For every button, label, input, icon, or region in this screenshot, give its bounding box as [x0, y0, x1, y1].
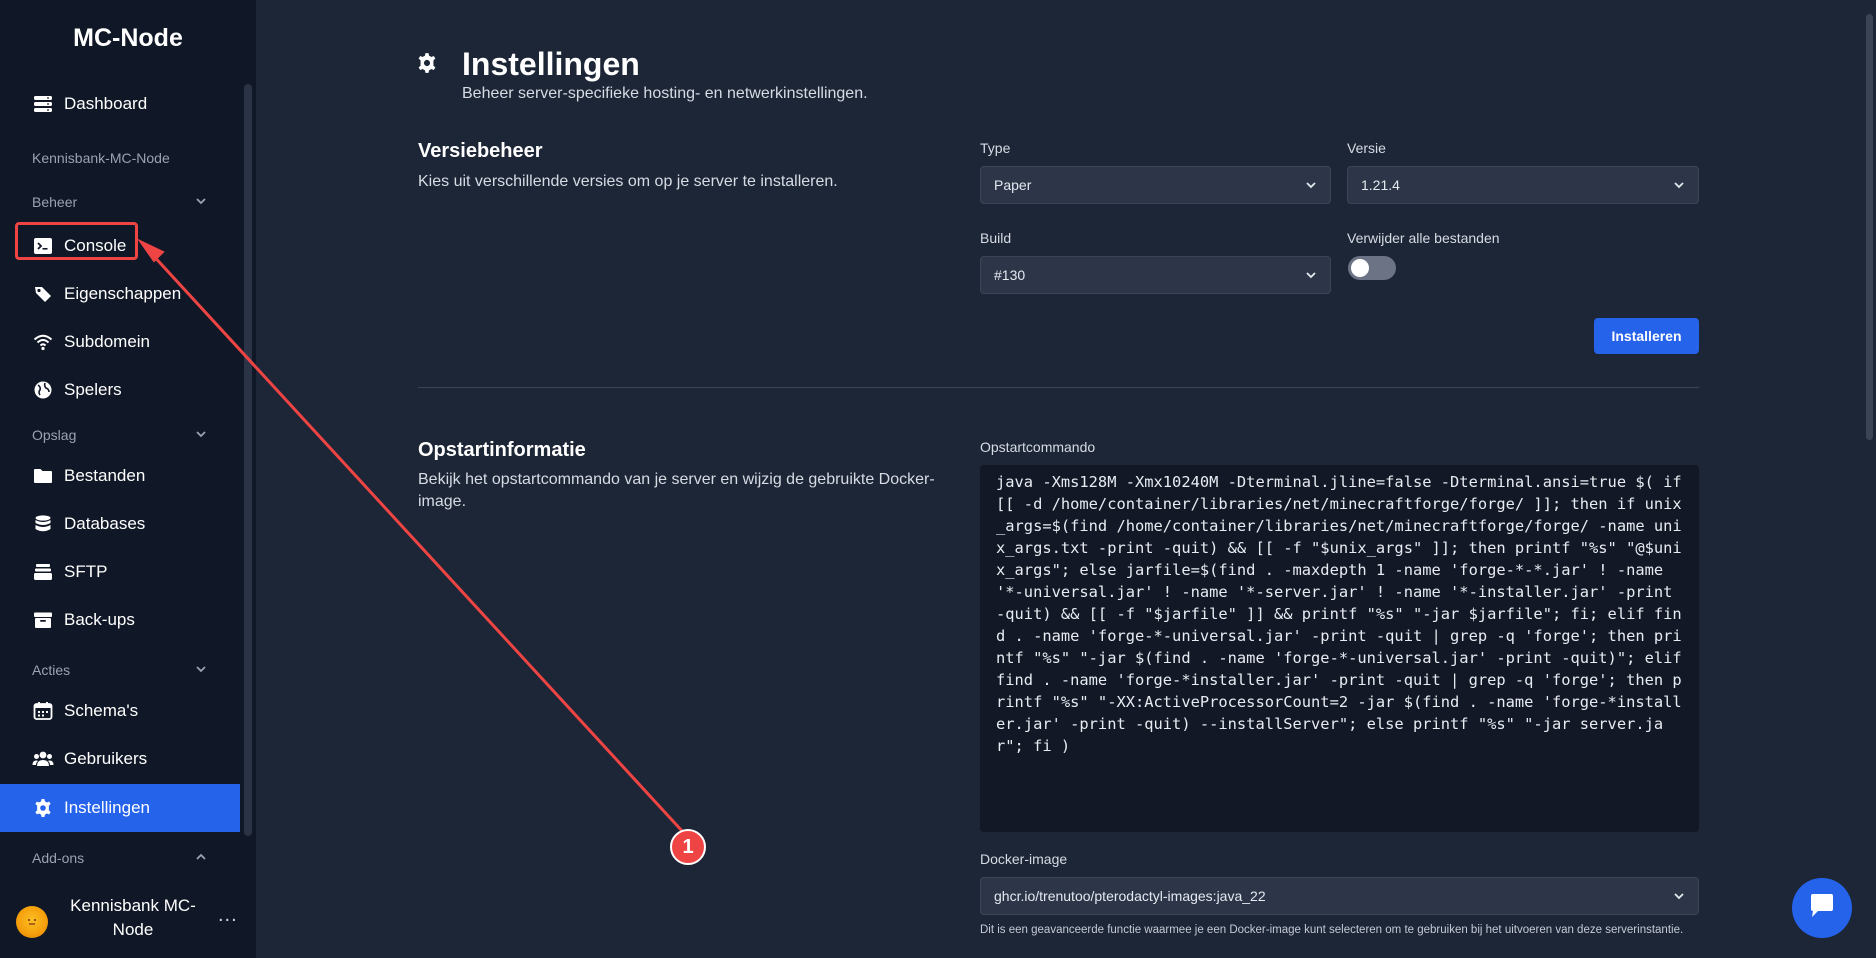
sidebar-item-instellingen[interactable]: Instellingen	[0, 784, 240, 832]
version-label: Versie	[1347, 140, 1386, 156]
docker-image-value: ghcr.io/trenutoo/pterodactyl-images:java…	[994, 888, 1266, 904]
chevron-down-icon	[1304, 268, 1318, 282]
page-subtitle: Beheer server-specifieke hosting- en net…	[462, 85, 868, 102]
chevron-down-icon	[194, 662, 208, 679]
build-select-value: #130	[994, 267, 1026, 283]
startup-section-description: Bekijk het opstartcommando van je server…	[418, 471, 935, 510]
chevron-down-icon	[194, 427, 208, 444]
wifi-icon	[32, 331, 54, 353]
user-menu[interactable]: Kennisbank MC-Node ...	[0, 890, 256, 950]
sidebar-item-label: Subdomein	[64, 332, 151, 351]
sidebar-item-label: SFTP	[64, 562, 108, 581]
gear-icon	[416, 52, 440, 76]
sidebar-scrollbar[interactable]	[244, 84, 252, 836]
sidebar-item-eigenschappen[interactable]: Eigenschappen	[0, 270, 240, 318]
gear-icon	[32, 797, 54, 819]
users-icon	[32, 748, 54, 770]
type-select-value: Paper	[994, 177, 1032, 193]
install-button[interactable]: Installeren	[1594, 318, 1699, 354]
chat-bubble-icon	[1808, 893, 1836, 924]
version-section-description: Kies uit verschillende versies om op je …	[418, 173, 838, 190]
section-label: Acties	[32, 662, 71, 678]
docker-image-select[interactable]: ghcr.io/trenutoo/pterodactyl-images:java…	[980, 877, 1699, 915]
server-name-label: Kennisbank-MC-Node	[32, 150, 170, 166]
version-select[interactable]: 1.21.4	[1347, 166, 1699, 204]
avatar	[16, 906, 48, 938]
chevron-down-icon	[1672, 889, 1686, 903]
brand-logo[interactable]: MC-Node	[0, 24, 256, 53]
docker-image-help-text: Dit is een geavanceerde functie waarmee …	[980, 924, 1684, 936]
sidebar-item-label: Dashboard	[64, 94, 148, 113]
sidebar-item-label: Spelers	[64, 380, 122, 399]
wipe-files-toggle[interactable]	[1348, 256, 1396, 280]
database-icon	[32, 513, 54, 535]
wipe-files-label: Verwijder alle bestanden	[1347, 230, 1500, 246]
sidebar-item-label: Bestanden	[64, 466, 146, 485]
build-select[interactable]: #130	[980, 256, 1331, 294]
type-label: Type	[980, 140, 1011, 156]
layers-icon	[32, 561, 54, 583]
sidebar-item-label: Schema's	[64, 701, 139, 720]
version-select-value: 1.21.4	[1361, 177, 1400, 193]
startup-command-label: Opstartcommando	[980, 439, 1096, 455]
sidebar-item-label: Gebruikers	[64, 749, 148, 768]
startup-section-title: Opstartinformatie	[418, 439, 586, 461]
sidebar-item-label: Eigenschappen	[64, 284, 182, 303]
chevron-down-icon	[1304, 178, 1318, 192]
section-addons-toggle[interactable]: Add-ons	[32, 846, 208, 870]
archive-icon	[32, 609, 54, 631]
sidebar-item-sftp[interactable]: SFTP	[0, 548, 240, 596]
tag-icon	[32, 283, 54, 305]
main-scrollbar-thumb[interactable]	[1866, 14, 1873, 440]
folder-icon	[32, 465, 54, 487]
chevron-down-icon	[194, 194, 208, 211]
calendar-icon	[32, 700, 54, 722]
section-beheer-toggle[interactable]: Beheer	[32, 190, 208, 214]
toggle-knob	[1351, 259, 1369, 277]
more-options-icon[interactable]: ...	[218, 904, 238, 927]
chevron-down-icon	[1672, 178, 1686, 192]
sidebar-item-bestanden[interactable]: Bestanden	[0, 452, 240, 500]
user-name: Kennisbank MC-Node	[70, 896, 196, 939]
annotation-highlight-box	[15, 222, 138, 260]
build-label: Build	[980, 230, 1012, 246]
section-label: Add-ons	[32, 850, 85, 866]
sidebar-item-databases[interactable]: Databases	[0, 500, 240, 548]
annotation-step-badge: 1	[670, 829, 706, 865]
type-select[interactable]: Paper	[980, 166, 1331, 204]
chevron-up-icon	[194, 850, 208, 867]
server-stack-icon	[32, 93, 54, 115]
sidebar-item-dashboard[interactable]: Dashboard	[0, 80, 240, 128]
section-label: Opslag	[32, 427, 77, 443]
sidebar-item-gebruikers[interactable]: Gebruikers	[0, 735, 240, 783]
docker-image-label: Docker-image	[980, 851, 1068, 867]
version-section-title: Versiebeheer	[418, 140, 543, 162]
section-label: Beheer	[32, 194, 78, 210]
sidebar-item-spelers[interactable]: Spelers	[0, 366, 240, 414]
sidebar-item-schemas[interactable]: Schema's	[0, 687, 240, 735]
sidebar-item-backups[interactable]: Back-ups	[0, 596, 240, 644]
page-title: Instellingen	[462, 46, 640, 82]
startup-command-box[interactable]: java -Xms128M -Xmx10240M -Dterminal.jlin…	[980, 465, 1699, 832]
sidebar-item-label: Back-ups	[64, 610, 135, 629]
chat-button[interactable]	[1792, 878, 1852, 938]
section-opslag-toggle[interactable]: Opslag	[32, 423, 208, 447]
sidebar-item-subdomein[interactable]: Subdomein	[0, 318, 240, 366]
sidebar: MC-Node Dashboard Kennisbank-MC-Node Beh…	[0, 0, 256, 958]
section-acties-toggle[interactable]: Acties	[32, 658, 208, 682]
sidebar-item-label: Instellingen	[64, 798, 151, 817]
sidebar-item-label: Databases	[64, 514, 146, 533]
globe-icon	[32, 379, 54, 401]
section-divider	[418, 387, 1699, 388]
